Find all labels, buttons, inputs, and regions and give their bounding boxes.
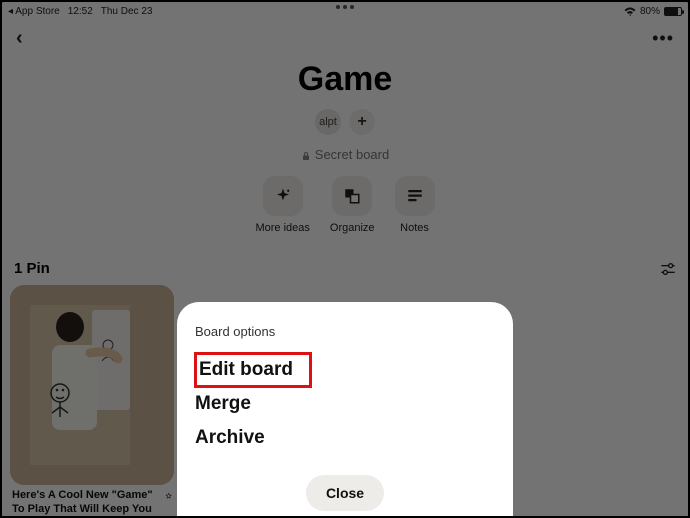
merge-option[interactable]: Merge	[195, 387, 495, 421]
close-button[interactable]: Close	[306, 475, 384, 511]
edit-board-option[interactable]: Edit board	[195, 353, 311, 387]
archive-option[interactable]: Archive	[195, 421, 495, 455]
board-options-sheet: Board options Edit board Merge Archive C…	[177, 302, 513, 516]
sheet-title: Board options	[195, 324, 495, 339]
